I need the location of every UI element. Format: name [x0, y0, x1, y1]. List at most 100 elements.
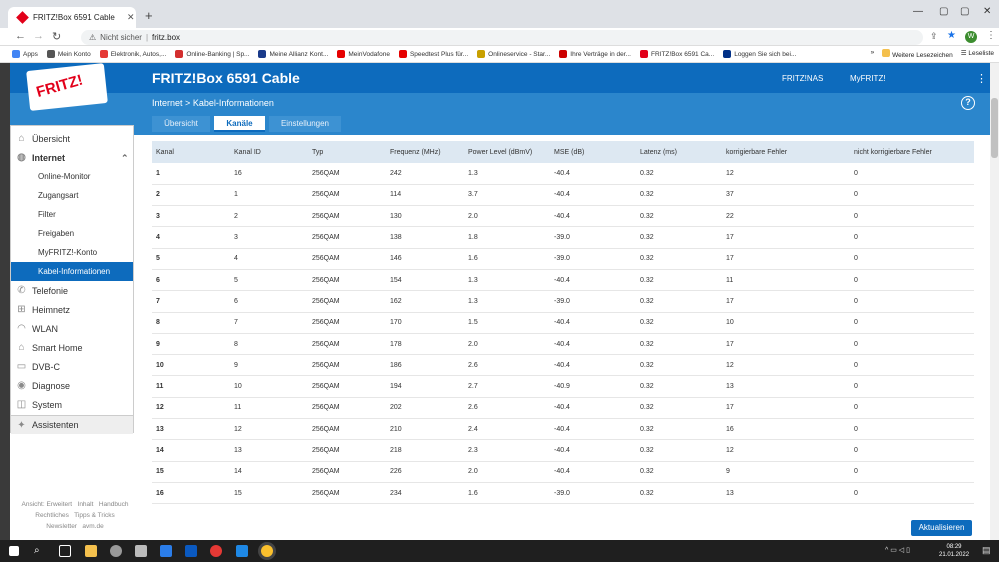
tray-icons[interactable]: ^ ▭ ◁ ▯ — [885, 546, 910, 554]
help-icon[interactable]: ? — [961, 96, 975, 110]
scrollbar-thumb[interactable] — [991, 98, 998, 158]
other-bookmarks-label: Weitere Lesezeichen — [892, 52, 953, 59]
breadcrumb-internet[interactable]: Internet — [152, 98, 183, 108]
restore-window-icon[interactable]: ▢ — [960, 6, 969, 17]
fritznas-link[interactable]: FRITZ!NAS — [782, 74, 823, 83]
profile-avatar[interactable]: W — [965, 31, 977, 43]
bookmark-item[interactable]: Speedtest Plus für... — [398, 50, 468, 58]
reading-list-label: Leseliste — [968, 50, 994, 57]
column-header: korrigierbare Fehler — [722, 141, 850, 163]
app-icon[interactable] — [135, 545, 147, 557]
bookmark-item[interactable]: Ihre Verträge in der... — [559, 50, 631, 58]
bookmark-item[interactable]: Meine Allianz Kont... — [258, 50, 328, 58]
sidebar-item-freigaben[interactable]: Freigaben — [11, 224, 133, 243]
tab-kanaele[interactable]: Kanäle — [214, 116, 265, 132]
bookmark-label: MeinVodafone — [348, 50, 390, 58]
taskbar-clock[interactable]: 08:29 21.01.2022 — [939, 543, 969, 559]
tips-link[interactable]: Tipps & Tricks — [74, 512, 115, 519]
page-scrollbar[interactable] — [990, 63, 999, 540]
table-cell: 2.7 — [464, 375, 550, 398]
sidebar-item-heimnetz[interactable]: ⊞ Heimnetz — [11, 300, 133, 319]
chrome-icon[interactable] — [210, 545, 222, 557]
mail-icon[interactable] — [160, 545, 172, 557]
bookmark-item[interactable]: Loggen Sie sich bei... — [723, 50, 796, 58]
app-icon[interactable] — [185, 545, 197, 557]
sidebar-item-wlan[interactable]: ◠ WLAN — [11, 319, 133, 338]
sidebar-item-diagnose[interactable]: ◉ Diagnose — [11, 376, 133, 395]
sidebar-item-telefonie[interactable]: ✆ Telefonie — [11, 281, 133, 300]
task-view-icon[interactable] — [59, 545, 71, 557]
browser-tab[interactable]: FRITZ!Box 6591 Cable ✕ — [8, 7, 136, 28]
sidebar-item-internet[interactable]: ◍ Internet ⌃ — [11, 148, 133, 167]
smarthome-icon: ⌂ — [18, 342, 25, 353]
table-cell: 130 — [386, 205, 464, 228]
explorer-icon[interactable] — [85, 545, 97, 557]
sidebar-item--bersicht[interactable]: ⌂ Übersicht — [11, 129, 133, 148]
sidebar-item-label: Zugangsart — [38, 191, 79, 200]
wifi-icon: ◠ — [17, 323, 26, 334]
chevron-up-icon[interactable]: ⌃ — [121, 153, 129, 164]
manual-link[interactable]: Handbuch — [99, 501, 129, 508]
bookmark-item[interactable]: Onlineservice - Star... — [477, 50, 550, 58]
main-menu-icon[interactable]: ⋮ — [976, 72, 987, 85]
legal-link[interactable]: Rechtliches — [35, 512, 69, 519]
table-cell: 0 — [850, 397, 974, 420]
table-cell: 13 — [230, 439, 308, 462]
other-bookmarks-button[interactable]: Weitere Lesezeichen — [882, 49, 953, 59]
sidebar-item-system[interactable]: ◫ System — [11, 395, 133, 414]
back-icon[interactable]: ← — [15, 30, 26, 42]
aktualisieren-button[interactable]: Aktualisieren — [911, 520, 972, 536]
bookmark-item[interactable]: FRITZ!Box 6591 Ca... — [639, 50, 714, 58]
avm-link[interactable]: avm.de — [82, 523, 103, 530]
table-cell: 13 — [722, 482, 850, 505]
newsletter-link[interactable]: Newsletter — [46, 523, 77, 530]
table-cell: 6 — [152, 269, 230, 292]
sidebar-item-myfritz-konto[interactable]: MyFRITZ!-Konto — [11, 243, 133, 262]
table-cell: 13 — [152, 418, 230, 441]
menu-dots-icon[interactable]: ⋮ — [986, 30, 996, 41]
sidebar-item-smart-home[interactable]: ⌂ Smart Home — [11, 338, 133, 357]
table-cell: 0.32 — [636, 184, 722, 207]
close-tab-icon[interactable]: ✕ — [127, 12, 135, 23]
column-header: MSE (dB) — [550, 141, 636, 163]
reading-list-button[interactable]: ☰ Leseliste — [961, 49, 994, 59]
sidebar-item-filter[interactable]: Filter — [11, 205, 133, 224]
view-mode-link[interactable]: Ansicht: Erweitert — [22, 501, 73, 508]
sidebar-item-online-monitor[interactable]: Online-Monitor — [11, 167, 133, 186]
system-icon: ◫ — [16, 399, 27, 410]
maximize-window-icon[interactable]: ▢ — [939, 6, 948, 17]
bookmark-item[interactable]: Apps — [12, 50, 38, 58]
bookmark-item[interactable]: Online-Banking | Sp... — [175, 50, 249, 58]
tab-uebersicht[interactable]: Übersicht — [152, 116, 210, 132]
forward-icon[interactable]: → — [33, 30, 44, 42]
channel-table-container[interactable]: Kanal Kanal ID Typ Frequenz (MHz) Power Leve… — [152, 141, 974, 540]
bookmark-item[interactable]: MeinVodafone — [337, 50, 390, 58]
app-icon[interactable] — [236, 545, 248, 557]
bookmark-item[interactable]: Mein Konto — [46, 50, 91, 58]
search-icon[interactable]: ⌕ — [34, 545, 46, 557]
windows-start-icon[interactable] — [9, 546, 19, 556]
address-bar[interactable]: ⚠ Nicht sicher | fritz.box — [81, 30, 923, 45]
fritz-logo[interactable]: FRITZ! — [26, 63, 108, 111]
chrome-icon[interactable] — [261, 545, 273, 557]
sidebar-item-zugangsart[interactable]: Zugangsart — [11, 186, 133, 205]
sidebar-item-kabel-informationen[interactable]: Kabel-Informationen — [11, 262, 133, 281]
content-link[interactable]: Inhalt — [78, 501, 94, 508]
bookmark-label: Elektronik, Autos,... — [110, 50, 167, 58]
share-icon[interactable]: ⇪ — [930, 31, 938, 42]
myfritz-link[interactable]: MyFRITZ! — [850, 74, 886, 83]
bookmarks-more-button[interactable]: » — [871, 49, 875, 59]
table-row: 12 11 256QAM 202 2.6 -40.4 0.32 17 0 — [152, 397, 974, 420]
close-window-icon[interactable]: ✕ — [983, 6, 991, 17]
table-cell: 0 — [850, 290, 974, 313]
bookmark-star-icon[interactable]: ★ — [947, 30, 956, 41]
sidebar-item-assistenten[interactable]: ✦ Assistenten — [11, 415, 133, 434]
bookmark-item[interactable]: Elektronik, Autos,... — [99, 50, 167, 58]
notification-icon[interactable]: ▤ — [982, 545, 991, 556]
new-tab-button[interactable]: + — [145, 8, 153, 23]
minimize-window-icon[interactable]: — — [913, 6, 923, 17]
tab-einstellungen[interactable]: Einstellungen — [269, 116, 341, 132]
app-icon[interactable] — [110, 545, 122, 557]
reload-icon[interactable]: ↻ — [52, 30, 61, 43]
sidebar-item-dvb-c[interactable]: ▭ DVB-C — [11, 357, 133, 376]
